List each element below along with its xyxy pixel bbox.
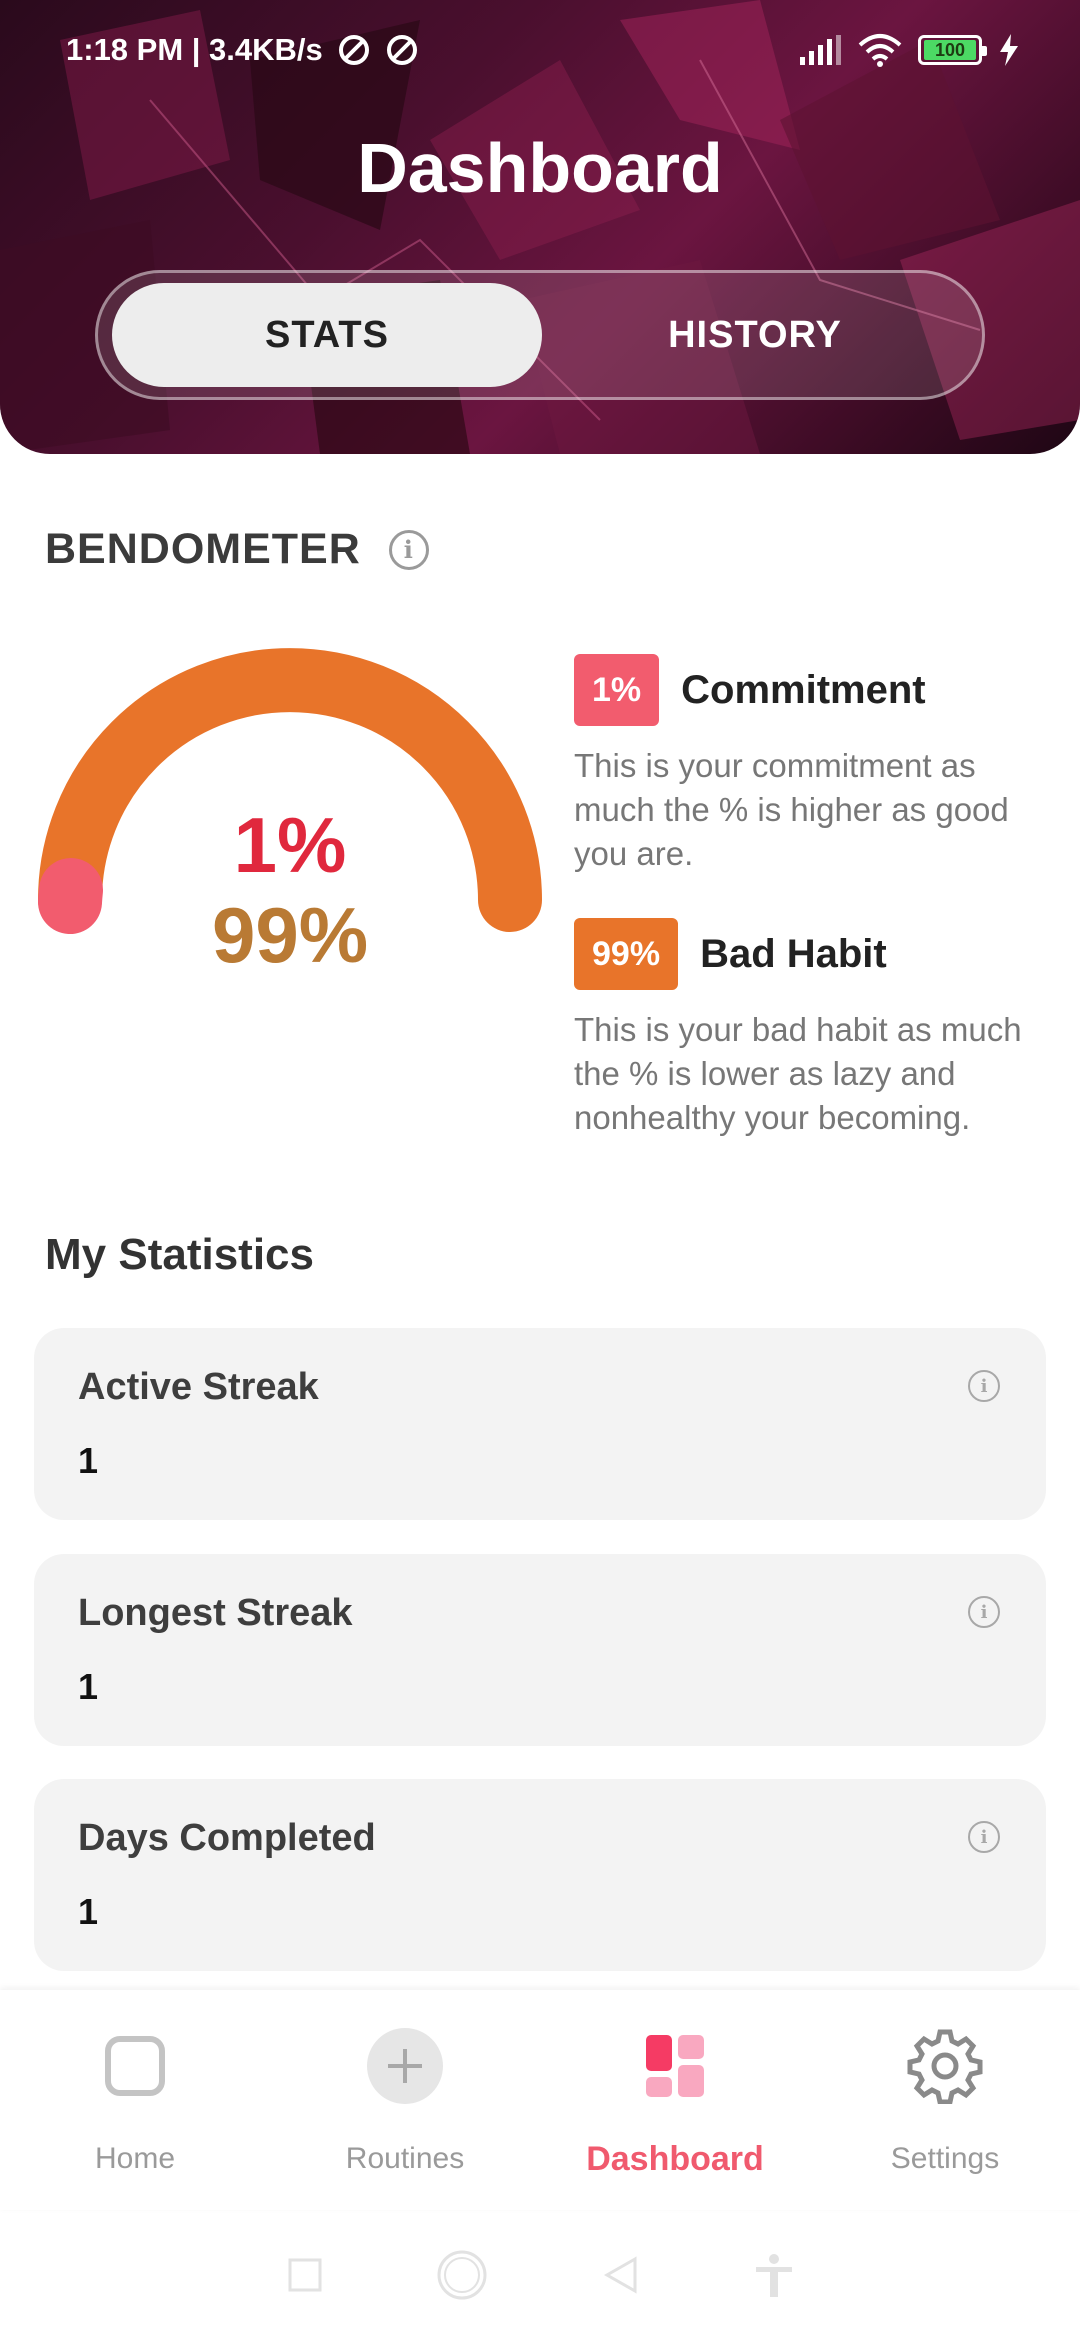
home-square-icon (95, 2026, 175, 2106)
stat-label: Longest Streak (78, 1592, 353, 1634)
nav-item-dashboard[interactable]: Dashboard (540, 1990, 810, 2210)
nav-item-routines[interactable]: Routines (270, 1990, 540, 2210)
page-title: Dashboard (357, 129, 723, 207)
commitment-legend-header: 1% Commitment (574, 654, 1054, 726)
nav-label: Home (94, 2142, 176, 2175)
bad-habit-label: Bad Habit (700, 931, 887, 976)
statistics-title: My Statistics (45, 1230, 314, 1279)
commitment-gauge-value: 1% (233, 801, 347, 889)
stat-label: Days Completed (78, 1817, 376, 1859)
recents-square-icon[interactable] (287, 2257, 323, 2293)
stat-value: 1 (78, 1440, 99, 1481)
nav-item-home[interactable]: Home (0, 1990, 270, 2210)
signal-icon (800, 35, 841, 65)
bad-habit-badge: 99% (574, 918, 679, 990)
commitment-description: This is your commitment as much the % is… (574, 747, 1009, 872)
info-icon[interactable]: i (388, 529, 429, 570)
stat-value: 1 (78, 1666, 99, 1707)
stats-history-toggle: STATS HISTORY (95, 270, 985, 400)
info-icon[interactable]: i (968, 1370, 1000, 1402)
status-left: 1:18 PM | 3.4KB/s (66, 32, 419, 68)
stat-value: 1 (78, 1891, 99, 1932)
notification-icon (386, 35, 417, 65)
nav-label: Settings (890, 2142, 1000, 2175)
stat-label: Active Streak (78, 1366, 319, 1408)
commitment-badge: 1% (574, 654, 660, 726)
gear-icon (905, 2026, 985, 2106)
plus-circle-icon (365, 2026, 445, 2106)
home-circle-icon[interactable] (436, 2249, 488, 2301)
battery-level: 100 (924, 40, 976, 60)
nav-label: Routines (345, 2142, 465, 2175)
header-banner: 1:18 PM | 3.4KB/s 100 Dashboard STATS HI… (0, 0, 1080, 454)
bendometer-title: BENDOMETER (45, 525, 361, 573)
status-right: 100 (798, 33, 1020, 67)
bottom-navigation: Home Routines Dashboard Settings (0, 1990, 1080, 2210)
battery-icon: 100 (918, 35, 987, 65)
bad-habit-description: This is your bad habit as much the % is … (574, 1011, 1022, 1136)
info-icon[interactable]: i (968, 1821, 1000, 1853)
bendometer-heading: BENDOMETER i (45, 525, 429, 574)
nav-item-settings[interactable]: Settings (810, 1990, 1080, 2210)
stat-card-longest-streak: Longest Streak 1 i (34, 1554, 1046, 1746)
tab-stats[interactable]: STATS (112, 283, 542, 387)
stat-card-active-streak: Active Streak 1 i (34, 1328, 1046, 1520)
bad-habit-legend: 99% Bad Habit This is your bad habit as … (574, 918, 1054, 1140)
wifi-icon (858, 34, 902, 67)
nav-label: Dashboard (586, 2140, 764, 2178)
commitment-legend: 1% Commitment This is your commitment as… (574, 654, 1054, 876)
bad-habit-gauge-value: 99% (211, 891, 369, 979)
back-triangle-icon[interactable] (601, 2255, 641, 2295)
charging-bolt-icon (1000, 34, 1018, 66)
system-navigation-bar (0, 2210, 1080, 2340)
info-icon[interactable]: i (968, 1596, 1000, 1628)
commitment-label: Commitment (681, 667, 926, 712)
accessibility-icon[interactable] (754, 2253, 794, 2297)
status-time-speed: 1:18 PM | 3.4KB/s (66, 32, 323, 67)
tab-history[interactable]: HISTORY (542, 283, 968, 387)
status-bar: 1:18 PM | 3.4KB/s 100 (0, 0, 1080, 100)
dashboard-grid-icon (635, 2026, 715, 2106)
notification-icon (338, 35, 369, 65)
bad-habit-legend-header: 99% Bad Habit (574, 918, 1054, 990)
stat-card-days-completed: Days Completed 1 i (34, 1779, 1046, 1971)
